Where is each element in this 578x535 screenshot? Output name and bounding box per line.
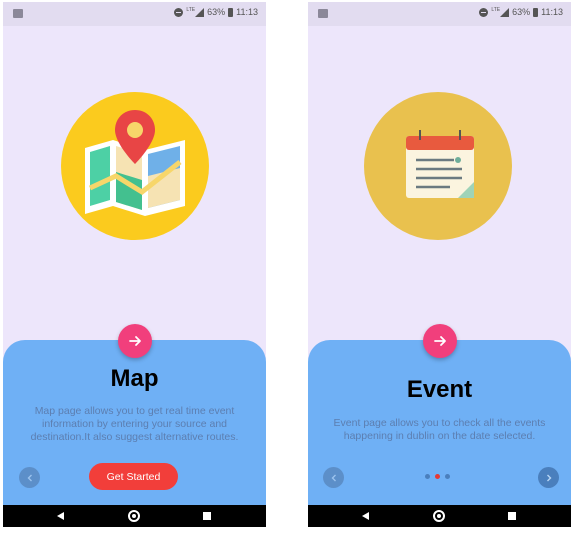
slide-title: Event xyxy=(406,376,473,403)
previous-button[interactable] xyxy=(323,467,344,488)
image-notification-icon xyxy=(13,9,23,18)
chevron-left-icon xyxy=(331,474,336,481)
status-bar: LTE 63% 11:13 xyxy=(308,2,571,26)
back-icon[interactable] xyxy=(57,512,64,520)
intro-panel: Event Event page allows you to check all… xyxy=(308,324,571,505)
battery-percent: 63% xyxy=(512,7,531,17)
phone-screen-event: LTE 63% 11:13 Event Event page allows yo… xyxy=(308,2,571,527)
next-button[interactable] xyxy=(538,467,559,488)
recent-apps-icon[interactable] xyxy=(203,512,211,520)
back-icon[interactable] xyxy=(362,512,369,520)
arrow-right-icon xyxy=(433,336,446,346)
chevron-right-icon xyxy=(546,474,551,481)
page-dot-active[interactable] xyxy=(435,474,440,479)
signal-icon xyxy=(195,7,205,17)
clock: 11:13 xyxy=(236,7,258,17)
slide-description: Event page allows you to check all the e… xyxy=(333,417,546,442)
battery-icon xyxy=(228,7,234,17)
status-indicators: LTE 63% 11:13 xyxy=(479,7,563,17)
status-indicators: LTE 63% 11:13 xyxy=(174,7,258,17)
slide-description: Map page allows you to get real time eve… xyxy=(30,405,239,443)
home-icon[interactable] xyxy=(128,510,140,522)
do-not-disturb-icon xyxy=(174,7,184,17)
arrow-right-icon xyxy=(128,336,141,346)
calendar-notes-icon xyxy=(406,130,474,198)
status-bar: LTE 63% 11:13 xyxy=(3,2,266,26)
lte-label: LTE xyxy=(491,7,501,13)
chevron-left-icon xyxy=(27,474,32,481)
hero-illustration xyxy=(61,92,209,240)
page-dot[interactable] xyxy=(425,474,430,479)
signal-icon xyxy=(500,7,510,17)
battery-icon xyxy=(533,7,539,17)
navigation-bar xyxy=(3,505,266,527)
page-indicator xyxy=(425,474,450,479)
recent-apps-icon[interactable] xyxy=(508,512,516,520)
navigation-bar xyxy=(308,505,571,527)
intro-panel: Map Map page allows you to get real time… xyxy=(3,324,266,505)
next-fab-button[interactable] xyxy=(117,324,152,358)
do-not-disturb-icon xyxy=(479,7,489,17)
phone-screen-map: LTE 63% 11:13 Map Map page allows you to… xyxy=(3,2,266,527)
clock: 11:13 xyxy=(541,7,563,17)
next-fab-button[interactable] xyxy=(422,324,457,358)
page-dot[interactable] xyxy=(445,474,450,479)
home-icon[interactable] xyxy=(433,510,445,522)
previous-button[interactable] xyxy=(19,467,40,488)
slide-title: Map xyxy=(110,365,159,392)
lte-label: LTE xyxy=(186,7,196,13)
image-notification-icon xyxy=(318,9,328,18)
battery-percent: 63% xyxy=(207,7,226,17)
map-pin-icon xyxy=(85,110,185,216)
hero-illustration xyxy=(364,92,512,240)
get-started-button[interactable]: Get Started xyxy=(89,463,178,490)
